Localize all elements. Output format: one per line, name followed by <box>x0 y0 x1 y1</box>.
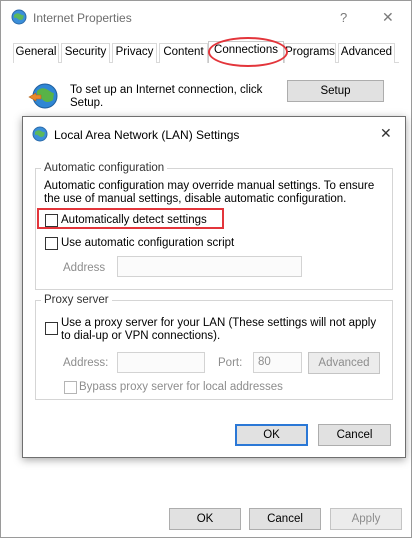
setup-button[interactable]: Setup <box>287 80 384 102</box>
use-proxy-label: Use a proxy server for your LAN (These s… <box>61 317 377 342</box>
automatic-configuration-label: Automatic configuration <box>41 162 168 174</box>
tab-advanced[interactable]: Advanced <box>338 43 395 63</box>
network-globe-icon <box>27 81 59 116</box>
apply-button[interactable]: Apply <box>330 508 402 530</box>
internet-globe-icon <box>11 9 27 28</box>
script-address-label: Address <box>63 262 106 274</box>
bypass-local-checkbox[interactable] <box>64 381 77 394</box>
cancel-button[interactable]: Cancel <box>249 508 321 530</box>
close-icon[interactable]: ✕ <box>380 125 392 142</box>
proxy-advanced-button[interactable]: Advanced <box>308 352 380 374</box>
use-proxy-checkbox[interactable] <box>45 322 58 335</box>
tab-programs[interactable]: Programs <box>284 43 336 63</box>
setup-instructions: To set up an Internet connection, click … <box>70 84 263 109</box>
automatic-configuration-description: Automatic configuration may override man… <box>44 180 375 205</box>
tab-security[interactable]: Security <box>61 43 110 63</box>
dialog-ok-button[interactable]: OK <box>235 424 308 446</box>
proxy-address-input[interactable] <box>117 352 205 373</box>
lan-settings-dialog: Local Area Network (LAN) Settings ✕ Auto… <box>22 116 406 458</box>
auto-detect-checkbox[interactable] <box>45 214 58 227</box>
ok-button[interactable]: OK <box>169 508 241 530</box>
window-title: Internet Properties <box>33 11 132 25</box>
connections-tab-highlight <box>208 37 288 67</box>
proxy-port-input[interactable]: 80 <box>253 352 302 373</box>
proxy-address-label: Address: <box>63 357 109 369</box>
dialog-title: Local Area Network (LAN) Settings <box>54 128 240 142</box>
script-address-input[interactable] <box>117 256 302 277</box>
help-icon[interactable]: ? <box>340 10 347 25</box>
proxy-server-label: Proxy server <box>41 294 112 306</box>
tab-privacy[interactable]: Privacy <box>112 43 157 63</box>
auto-detect-label: Automatically detect settings <box>61 214 207 226</box>
auto-config-script-label: Use automatic configuration script <box>61 237 235 249</box>
bypass-local-label: Bypass proxy server for local addresses <box>79 381 283 393</box>
tab-content[interactable]: Content <box>159 43 208 63</box>
close-icon[interactable]: ✕ <box>382 9 394 26</box>
dialog-cancel-button[interactable]: Cancel <box>318 424 391 446</box>
lan-globe-icon <box>32 126 48 145</box>
tab-general[interactable]: General <box>13 43 59 63</box>
proxy-port-label: Port: <box>218 357 243 369</box>
auto-config-script-checkbox[interactable] <box>45 237 58 250</box>
